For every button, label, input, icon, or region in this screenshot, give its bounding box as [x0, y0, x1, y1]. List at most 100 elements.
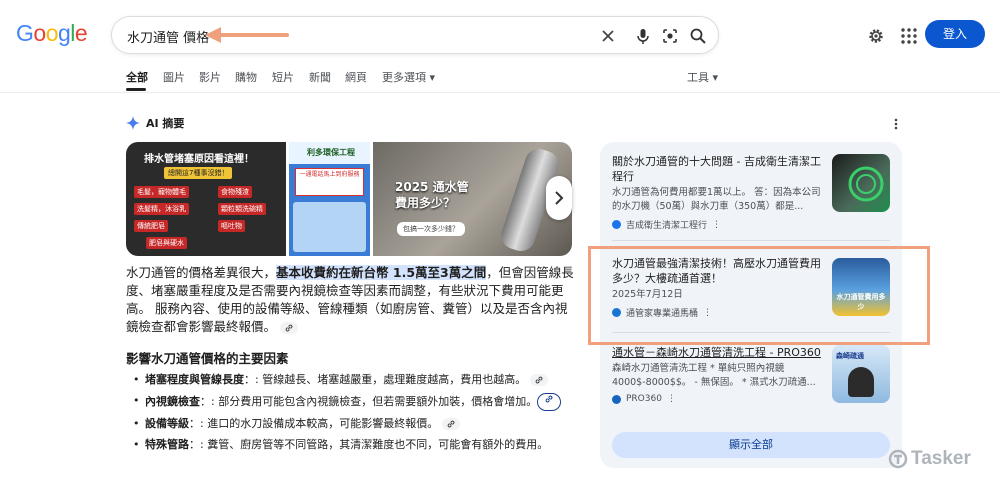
carousel-image-lido-ad[interactable]: 利多環保工程 一通電話馬上到府服務 — [289, 142, 370, 256]
site-favicon-icon — [612, 394, 621, 404]
factor-text: ：: 進口的水刀設備成本較高，可能影響最終報價。 — [189, 417, 439, 430]
tab-all[interactable]: 全部 — [126, 69, 148, 85]
signin-button[interactable]: 登入 — [925, 20, 985, 48]
logo-letter: g — [57, 20, 71, 46]
factor-text: ：: 糞管、廚房管等不同管路，其清潔難度也不同，可能會有額外的費用。 — [189, 438, 549, 451]
logo-letter: e — [74, 20, 88, 46]
ai-sparkle-icon — [126, 116, 140, 130]
image-chip: 食物殘渣 — [218, 186, 252, 198]
tab-web[interactable]: 網頁 — [345, 69, 367, 85]
logo-letter: o — [45, 20, 59, 46]
tab-more-options[interactable]: 更多選項 ▾ — [382, 69, 435, 85]
carousel-image-clog-causes[interactable]: 排水管堵塞原因看這裡！ 總開這7種事沒錯！ 毛髮，寵物體毛 食物殘渣 洗髮精，沐… — [126, 142, 286, 256]
image-chip: 毛髮，寵物體毛 — [134, 186, 189, 198]
citation-link-chip[interactable] — [442, 418, 461, 430]
site-favicon-icon — [612, 220, 621, 229]
search-icon[interactable] — [688, 26, 708, 46]
ai-answer-paragraph: 水刀通管的價格差異很大，基本收費約在新台幣 1.5萬至3萬之間，但會因管線長度、… — [126, 264, 576, 336]
site-name: 吉成衛生清潔工程行 — [626, 221, 708, 231]
list-item: 內視鏡檢查：: 部分費用可能包含內視鏡檢查，但若需要額外加裝，價格會增加。 — [133, 393, 563, 411]
factor-term: 設備等級 — [145, 417, 189, 430]
clear-icon[interactable] — [598, 26, 618, 46]
annotation-highlight-box — [588, 246, 930, 345]
image-chip: 洗髮精，沐浴乳 — [134, 203, 189, 215]
source-snippet: 森崎水刀通管清洗工程 * 單純只照內視鏡 4000$-8000$$。 - 無保固… — [612, 363, 816, 388]
link-icon — [545, 395, 553, 403]
tab-images[interactable]: 圖片 — [163, 69, 185, 85]
chevron-right-icon — [555, 191, 564, 205]
link-icon — [447, 420, 455, 428]
logo-letter: G — [16, 20, 34, 46]
answer-text: 水刀通管的價格差異很大， — [126, 265, 277, 280]
lens-camera-icon[interactable] — [660, 26, 680, 46]
source-title[interactable]: 關於水刀通管的十大問題 - 吉成衛生清潔工程行 — [612, 154, 822, 184]
citation-link-chip-focused[interactable] — [537, 393, 562, 411]
show-all-button[interactable]: 顯示全部 — [612, 432, 890, 458]
annotation-arrow-icon — [205, 27, 289, 43]
logo-letter: o — [33, 20, 46, 46]
search-input[interactable]: 水刀通管 價格 — [127, 27, 209, 46]
factor-text: ：: 管線越長、堵塞越嚴重，處理難度越高，費用也越高。 — [244, 373, 527, 386]
source-divider — [612, 240, 890, 241]
image-title: 費用多少？ — [395, 196, 456, 210]
tab-news[interactable]: 新聞 — [309, 69, 331, 85]
settings-gear-icon[interactable] — [866, 26, 886, 46]
list-item: 特殊管路：: 糞管、廚房管等不同管路，其清潔難度也不同，可能會有額外的費用。 — [133, 437, 563, 453]
image-tag: 包搞一次多少錢？ — [397, 222, 465, 236]
google-logo[interactable]: Google — [16, 20, 88, 47]
image-subtitle: 總開這7種事沒錯！ — [164, 167, 233, 179]
hose-reel-icon — [848, 166, 884, 202]
more-vert-icon[interactable]: ⋮ — [667, 394, 676, 404]
tasker-logo-icon — [888, 449, 908, 469]
image-chip: 傳統肥皂 — [134, 220, 168, 232]
more-options-icon[interactable] — [890, 117, 902, 131]
tasker-watermark: Tasker — [888, 448, 971, 470]
watermark-text: Tasker — [911, 448, 971, 469]
factors-heading: 影響水刀通管價格的主要因素 — [126, 351, 289, 366]
answer-highlight: 基本收費約在新台幣 1.5萬至3萬之間 — [276, 265, 487, 280]
header-divider — [0, 92, 1000, 93]
image-title: 排水管堵塞原因看這裡！ — [144, 154, 254, 165]
person-figure — [848, 367, 874, 397]
ai-image-carousel: 排水管堵塞原因看這裡！ 總開這7種事沒錯！ 毛髮，寵物體毛 食物殘渣 洗髮精，沐… — [126, 142, 572, 256]
source-card[interactable]: 關於水刀通管的十大問題 - 吉成衛生清潔工程行 水刀通管為何費用都要1萬以上。 … — [612, 154, 822, 231]
ai-overview-title: AI 摘要 — [146, 117, 185, 130]
thumbnail-caption: 森崎疏通 — [836, 352, 864, 360]
source-snippet: 水刀通管為何費用都要1萬以上。 答：因為本公司的水刀機（50萬）與水刀車（350… — [612, 187, 821, 212]
link-icon — [285, 324, 293, 331]
site-name: PRO360 — [626, 394, 662, 404]
citation-link-chip[interactable] — [530, 374, 549, 386]
source-thumbnail[interactable] — [832, 154, 890, 212]
more-vert-icon[interactable]: ⋮ — [712, 220, 721, 230]
image-title: 利多環保工程 — [307, 148, 355, 157]
image-chip: 肥皂與硬水 — [146, 237, 187, 249]
image-ad-banner: 一通電話馬上到府服務 — [295, 168, 364, 196]
factor-term: 特殊管路 — [145, 438, 189, 451]
active-tab-indicator — [126, 88, 146, 91]
tab-videos[interactable]: 影片 — [199, 69, 221, 85]
carousel-image-2025-cost[interactable]: 2025 通水管 費用多少？ 包搞一次多少錢？ — [373, 142, 572, 256]
image-chip: 顆粒類洗碗精 — [218, 203, 266, 215]
google-apps-icon[interactable] — [899, 26, 919, 46]
list-item: 設備等級：: 進口的水刀設備成本較高，可能影響最終報價。 — [133, 416, 563, 432]
image-photo-area — [293, 202, 366, 252]
carousel-next-button[interactable] — [546, 176, 572, 220]
microphone-icon[interactable] — [633, 26, 653, 46]
factors-list: 堵塞程度與管線長度：: 管線越長、堵塞越嚴重，處理難度越高，費用也越高。 內視鏡… — [133, 372, 563, 458]
source-card[interactable]: 通水管－森崎水刀通管清洗工程 - PRO360 森崎水刀通管清洗工程 * 單純只… — [612, 345, 822, 404]
tools-button[interactable]: 工具 ▾ — [687, 69, 718, 85]
source-thumbnail[interactable]: 森崎疏通 — [832, 345, 890, 403]
list-item: 堵塞程度與管線長度：: 管線越長、堵塞越嚴重，處理難度越高，費用也越高。 — [133, 372, 563, 388]
image-chip: 嘔吐物 — [218, 220, 245, 232]
image-title: 2025 通水管 — [395, 180, 469, 194]
tab-shorts[interactable]: 短片 — [272, 69, 294, 85]
link-icon — [535, 376, 543, 384]
tab-shopping[interactable]: 購物 — [235, 69, 257, 85]
citation-link-chip[interactable] — [280, 321, 299, 334]
ai-overview-header: AI 摘要 — [126, 115, 184, 131]
factor-term: 堵塞程度與管線長度 — [145, 373, 244, 386]
source-site: PRO360 ⋮ — [612, 394, 822, 404]
factor-text: ：: 部分費用可能包含內視鏡檢查，但若需要額外加裝，價格會增加。 — [200, 395, 538, 408]
source-title[interactable]: 通水管－森崎水刀通管清洗工程 - PRO360 — [612, 345, 822, 360]
source-site: 吉成衛生清潔工程行 ⋮ — [612, 218, 822, 231]
